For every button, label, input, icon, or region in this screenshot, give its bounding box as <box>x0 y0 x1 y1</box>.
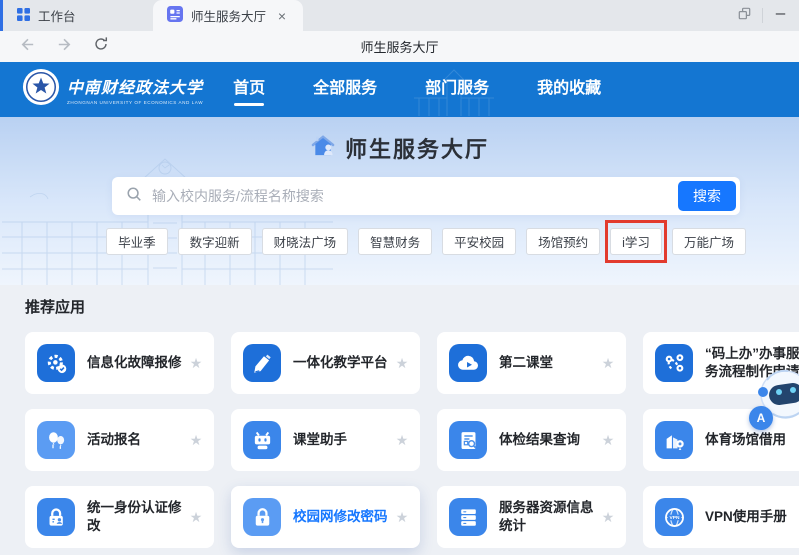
search-icon <box>125 185 143 208</box>
favorite-star-icon[interactable] <box>394 432 410 449</box>
new-window-icon[interactable] <box>736 5 753 27</box>
server-icon <box>449 498 487 536</box>
app-grid: 信息化故障报修 一体化教学平台 第二课堂 “码上办”办事服务流程制作申请 <box>25 332 799 548</box>
controls-divider <box>762 8 763 23</box>
forward-icon[interactable] <box>55 35 74 59</box>
favorite-star-icon[interactable] <box>600 355 616 372</box>
university-logo: 中南财经政法大学 ZHONGNAN UNIVERSITY OF ECONOMIC… <box>22 68 203 111</box>
home-people-icon <box>310 133 337 163</box>
app-card-it-repair[interactable]: 信息化故障报修 <box>25 332 214 394</box>
app-card-server-resource-stats[interactable]: 服务器资源信息统计 <box>437 486 626 548</box>
tab-workbench[interactable]: 工作台 <box>3 0 153 31</box>
app-card-activity-signup[interactable]: 活动报名 <box>25 409 214 471</box>
flow-icon <box>655 344 693 382</box>
cloud-play-icon <box>449 344 487 382</box>
hero-banner: 师生服务大厅 搜索 毕业季 数字迎新 财晓法广场 智慧财务 平安校园 场馆预约 … <box>0 117 799 285</box>
app-card-campus-network-password[interactable]: 校园网修改密码 <box>231 486 420 548</box>
university-name: 中南财经政法大学 <box>67 74 203 98</box>
tab-label: 师生服务大厅 <box>191 6 267 25</box>
search-button[interactable]: 搜索 <box>678 181 736 211</box>
hall-title: 师生服务大厅 <box>0 117 799 164</box>
balloons-icon <box>37 421 75 459</box>
service-hall-window: 工作台 师生服务大厅 × 师生服务大厅 中南财经政法大学 ZHONGNAN UN <box>0 0 799 555</box>
quick-link-venue-booking[interactable]: 场馆预约 <box>526 228 600 255</box>
gear-repair-icon <box>37 344 75 382</box>
stadium-pin-icon <box>655 421 693 459</box>
assistant-chat-bubble[interactable]: A <box>749 406 773 430</box>
browser-tab-bar: 工作台 师生服务大厅 × <box>0 0 799 31</box>
grid-icon <box>17 8 30 24</box>
quick-link-graduation[interactable]: 毕业季 <box>106 228 168 255</box>
page-title: 师生服务大厅 <box>0 37 799 56</box>
app-window-icon <box>167 6 183 25</box>
quick-link-universal-plaza[interactable]: 万能广场 <box>672 228 746 255</box>
search-input[interactable] <box>152 188 678 204</box>
lock-icon <box>243 498 281 536</box>
favorite-star-icon[interactable] <box>600 509 616 526</box>
nav-item-department-services[interactable]: 部门服务 <box>423 68 491 112</box>
app-card-teaching-platform[interactable]: 一体化教学平台 <box>231 332 420 394</box>
favorite-star-icon[interactable] <box>188 432 204 449</box>
app-card-identity-auth-change[interactable]: 统一身份认证修改 <box>25 486 214 548</box>
tab-service-hall[interactable]: 师生服务大厅 × <box>153 0 303 31</box>
refresh-icon[interactable] <box>92 35 110 58</box>
favorite-star-icon[interactable] <box>188 355 204 372</box>
nav-item-home[interactable]: 首页 <box>231 68 267 112</box>
app-card-second-classroom[interactable]: 第二课堂 <box>437 332 626 394</box>
university-name-english: ZHONGNAN UNIVERSITY OF ECONOMICS AND LAW <box>67 100 203 105</box>
quick-link-safe-campus[interactable]: 平安校园 <box>442 228 516 255</box>
minimize-icon[interactable] <box>772 5 789 27</box>
favorite-star-icon[interactable] <box>394 355 410 372</box>
robot-face-icon <box>243 421 281 459</box>
nav-menu: 首页 全部服务 部门服务 我的收藏 <box>231 68 603 112</box>
nav-item-all-services[interactable]: 全部服务 <box>311 68 379 112</box>
vpn-globe-icon: VPN <box>655 498 693 536</box>
quick-link-smart-finance[interactable]: 智慧财务 <box>358 228 432 255</box>
svg-text:VPN: VPN <box>669 515 679 521</box>
quick-link-ilearning[interactable]: i学习 <box>610 228 662 255</box>
app-card-health-check-results[interactable]: 体检结果查询 <box>437 409 626 471</box>
window-controls <box>736 0 789 31</box>
section-title: 推荐应用 <box>25 296 799 317</box>
favorite-star-icon[interactable] <box>188 509 204 526</box>
back-icon[interactable] <box>18 35 37 59</box>
lock-user-icon <box>37 498 75 536</box>
recommended-apps-section: 推荐应用 信息化故障报修 一体化教学平台 第二课堂 “码上办”办事服务流程制作申… <box>0 285 799 555</box>
quick-link-caixiaofa-plaza[interactable]: 财晓法广场 <box>262 228 349 255</box>
app-card-classroom-assistant[interactable]: 课堂助手 <box>231 409 420 471</box>
site-navbar: 中南财经政法大学 ZHONGNAN UNIVERSITY OF ECONOMIC… <box>0 62 799 117</box>
close-icon[interactable]: × <box>275 8 289 24</box>
browser-toolbar: 师生服务大厅 <box>0 31 799 62</box>
nav-item-my-favorites[interactable]: 我的收藏 <box>535 68 603 112</box>
pen-icon <box>243 344 281 382</box>
favorite-star-icon[interactable] <box>600 432 616 449</box>
report-search-icon <box>449 421 487 459</box>
favorite-star-icon[interactable] <box>394 509 410 526</box>
quick-links: 毕业季 数字迎新 财晓法广场 智慧财务 平安校园 场馆预约 i学习 万能广场 <box>112 228 740 255</box>
app-card-vpn-manual[interactable]: VPN VPN使用手册 <box>643 486 799 548</box>
hall-title-text: 师生服务大厅 <box>345 132 489 164</box>
tab-label: 工作台 <box>38 6 139 25</box>
university-seal-icon <box>22 68 60 111</box>
quick-link-digital-welcome[interactable]: 数字迎新 <box>178 228 252 255</box>
search-bar: 搜索 <box>112 177 740 215</box>
